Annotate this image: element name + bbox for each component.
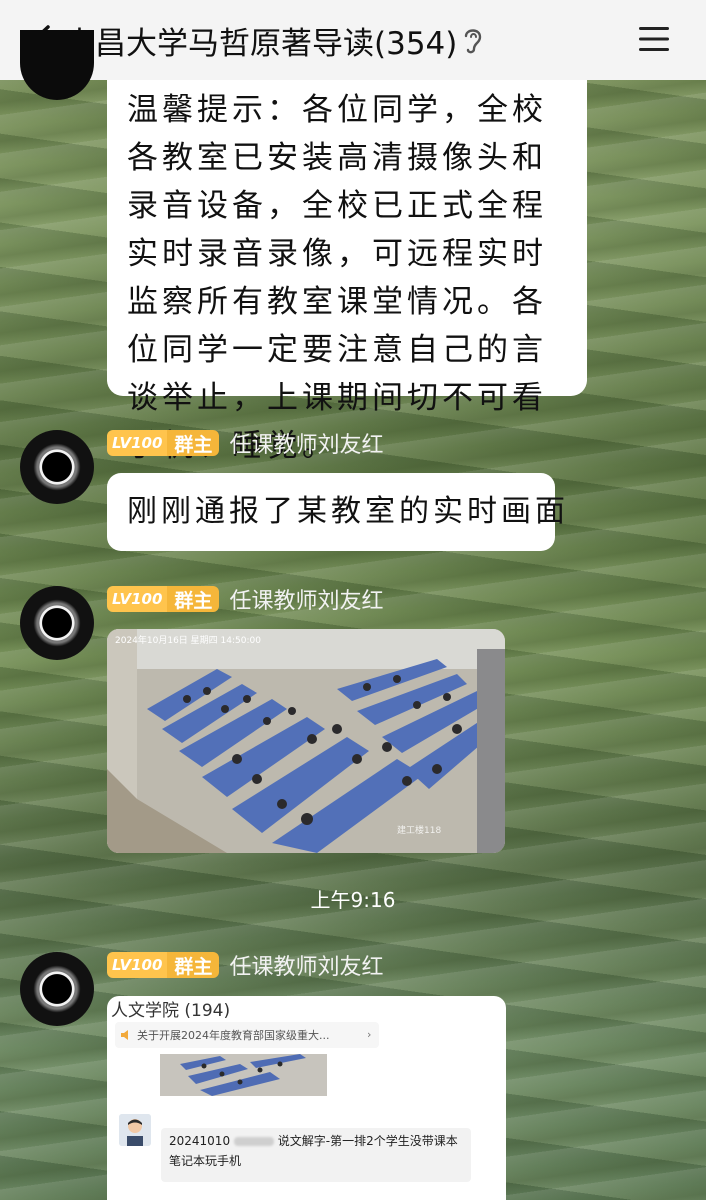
owner-badge: 群主 [167, 430, 220, 456]
message-bubble[interactable]: 刚刚通报了某教室的实时画面 [107, 473, 565, 551]
owner-badge: 群主 [167, 952, 220, 978]
level-badge: LV100 [107, 586, 168, 612]
chat-header: 南昌大学马哲原著导读(354) [0, 0, 706, 80]
sender-row: LV100 群主 任课教师刘友红 [107, 428, 383, 458]
chevron-right-icon: › [367, 1028, 372, 1041]
chat-title: 南昌大学马哲原著导读(354) [64, 26, 458, 62]
card-message: 20241010 说文解字-第一排2个学生没带课本笔记本玩手机 [161, 1128, 471, 1182]
sender-row: LV100 群主 任课教师刘友红 [107, 584, 383, 614]
level-badge: LV100 [107, 952, 168, 978]
sender-name: 任课教师刘友红 [229, 433, 384, 458]
photo-watermark: 建工楼118 [397, 826, 442, 836]
ear-icon[interactable] [460, 24, 486, 56]
hamburger-menu-icon[interactable] [637, 24, 671, 54]
card-message-prefix: 20241010 [169, 1134, 231, 1148]
avatar[interactable] [20, 30, 94, 100]
avatar[interactable] [20, 586, 94, 660]
avatar [119, 1114, 151, 1146]
photo-caption: 2024年10月16日 星期四 14:50:00 [115, 636, 261, 646]
sender-row: LV100 群主 任课教师刘友红 [107, 950, 383, 980]
card-notice: 关于开展2024年度教育部国家级重大... › [115, 1022, 379, 1048]
owner-badge: 群主 [167, 586, 220, 612]
message-bubble[interactable]: 温馨提示：各位同学，全校各教室已安装高清摄像头和录音设备，全校已正式全程实时录音… [107, 80, 587, 464]
card-notice-text: 关于开展2024年度教育部国家级重大... [137, 1029, 330, 1042]
screenshot-image[interactable]: 人文学院 (194) 关于开展2024年度教育部国家级重大... › 20241… [107, 996, 506, 1200]
avatar[interactable] [20, 952, 94, 1026]
speaker-icon [121, 1030, 128, 1040]
classroom-photo[interactable]: 2024年10月16日 星期四 14:50:00 建工楼118 [107, 629, 505, 853]
card-group-title: 人文学院 (194) [111, 1001, 231, 1021]
card-thumbnail [160, 1054, 327, 1096]
sender-name: 任课教师刘友红 [229, 955, 384, 980]
sender-name: 任课教师刘友红 [229, 589, 384, 614]
redacted-name [233, 1137, 274, 1146]
avatar[interactable] [20, 430, 94, 504]
classroom-image [107, 629, 505, 853]
level-badge: LV100 [107, 430, 168, 456]
time-divider: 上午9:16 [310, 888, 396, 912]
